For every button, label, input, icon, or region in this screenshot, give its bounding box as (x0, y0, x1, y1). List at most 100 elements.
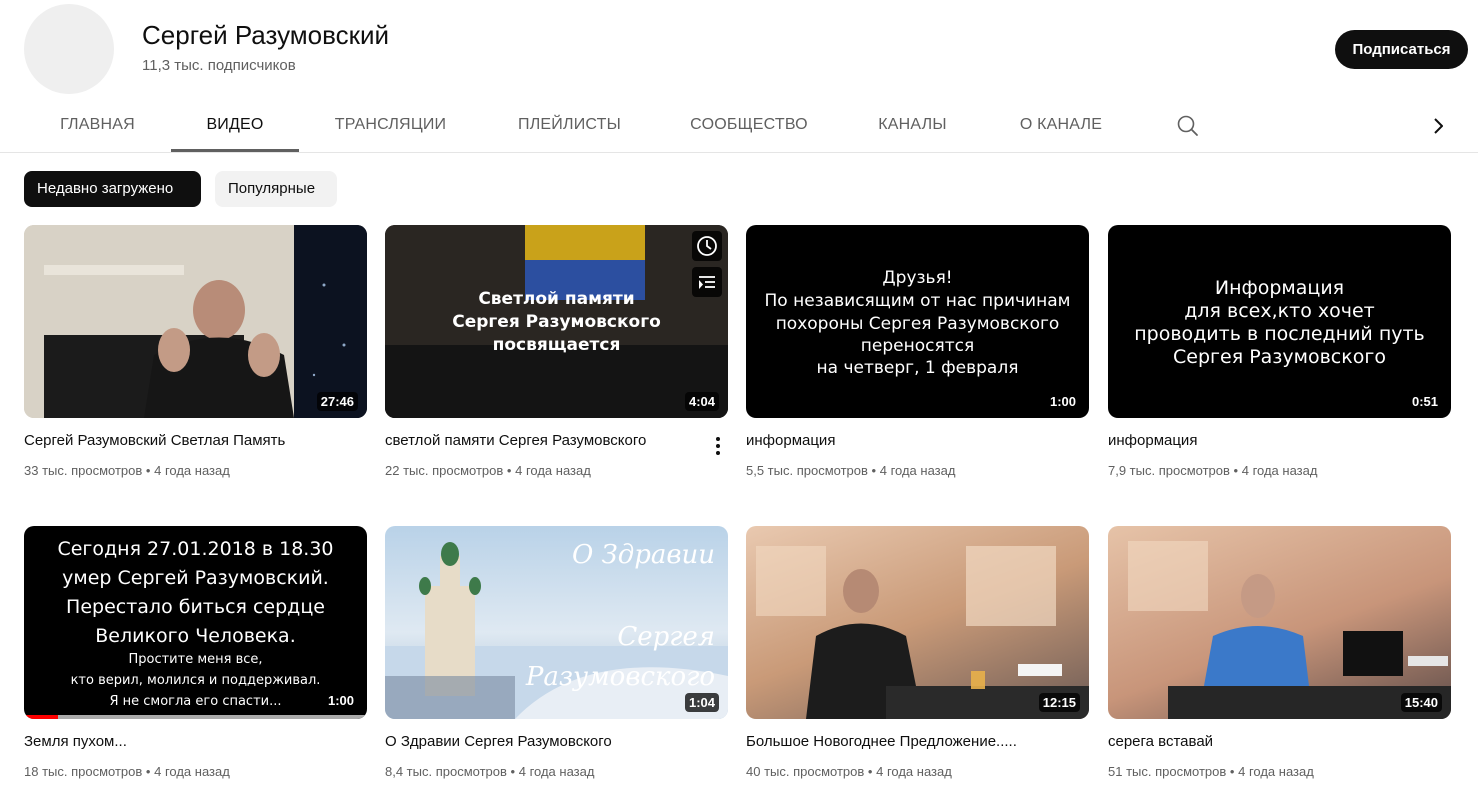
video-views: 18 тыс. просмотров (24, 764, 143, 779)
video-thumbnail[interactable]: Друзья! По независящим от нас причинам п… (746, 225, 1089, 418)
thumbnail-text: Сергея Разумовского (452, 312, 661, 332)
thumbnail-text: Великого Человека. (95, 625, 296, 647)
meta-separator: • (1233, 463, 1239, 478)
video-duration: 4:04 (684, 392, 719, 411)
video-views: 22 тыс. просмотров (385, 463, 504, 478)
thumbnail-text: кто верил, молился и поддерживал. (70, 673, 321, 688)
channel-tabs: ГЛАВНАЯ ВИДЕО ТРАНСЛЯЦИИ ПЛЕЙЛИСТЫ СООБЩ… (0, 100, 1478, 153)
video-views: 7,9 тыс. просмотров (1108, 463, 1230, 478)
thumbnail-text: Сергея Разумовского (1173, 346, 1386, 368)
video-title[interactable]: информация (746, 432, 1056, 449)
video-duration: 1:00 (323, 691, 358, 710)
meta-separator: • (506, 463, 512, 478)
video-thumbnail[interactable]: Светлой памяти Сергея Разумовского посвя… (385, 225, 728, 418)
video-thumbnail[interactable]: 12:15 (746, 526, 1089, 719)
thumbnail-text: Информация (1214, 277, 1345, 299)
tab-videos[interactable]: ВИДЕО (171, 100, 299, 152)
video-duration: 27:46 (316, 392, 358, 411)
channel-name: Сергей Разумовский (142, 20, 390, 50)
thumbnail-text: на четверг, 1 февраля (816, 358, 1019, 378)
thumbnail-text: Я не смогла его спасти... (109, 694, 282, 709)
video-age: 4 года назад (154, 764, 230, 779)
video-title[interactable]: Большое Новогоднее Предложение..... (746, 733, 1056, 750)
video-meta: 40 тыс. просмотров • 4 года назад (746, 764, 952, 779)
video-age: 4 года назад (879, 463, 956, 478)
video-duration: 1:00 (1045, 392, 1080, 411)
video-thumbnail[interactable]: О Здравии Сергея Разумовского 1:04 (385, 526, 728, 719)
subscriber-count: 11,3 тыс. подписчиков (142, 57, 296, 74)
video-title[interactable]: серега вставай (1108, 733, 1418, 750)
thumbnail-text: Простите меня все, (128, 652, 263, 667)
thumbnail-text: проводить в последний путь (1134, 323, 1425, 345)
video-age: 4 года назад (1241, 463, 1318, 478)
thumbnail-text: Друзья! (882, 268, 953, 288)
thumbnail-text: умер Сергей Разумовский. (62, 567, 329, 589)
filter-popular-chip[interactable]: Популярные (215, 171, 337, 207)
more-vert-icon[interactable] (710, 435, 726, 457)
tab-community[interactable]: СООБЩЕСТВО (657, 100, 841, 152)
video-age: 4 года назад (154, 463, 230, 478)
meta-separator: • (510, 764, 516, 779)
queue-icon[interactable] (692, 267, 722, 297)
thumbnail-text: Сергея (617, 622, 715, 652)
meta-separator: • (867, 764, 873, 779)
channel-avatar[interactable] (24, 4, 114, 94)
meta-separator: • (871, 463, 877, 478)
thumbnail-text: По независящим от нас причинам (764, 291, 1071, 311)
thumbnail-text: О Здравии (571, 540, 715, 570)
video-meta: 22 тыс. просмотров • 4 года назад (385, 463, 591, 478)
thumbnail-text: Сегодня 27.01.2018 в 18.30 (57, 538, 334, 560)
video-meta: 8,4 тыс. просмотров • 4 года назад (385, 764, 594, 779)
meta-separator: • (1229, 764, 1235, 779)
filter-recent-chip[interactable]: Недавно загружено (24, 171, 201, 207)
video-views: 40 тыс. просмотров (746, 764, 865, 779)
video-meta: 7,9 тыс. просмотров • 4 года назад (1108, 463, 1317, 478)
video-title[interactable]: Сергей Разумовский Светлая Память (24, 432, 334, 449)
search-icon[interactable] (1175, 113, 1201, 139)
video-title[interactable]: О Здравии Сергея Разумовского (385, 733, 695, 750)
video-views: 5,5 тыс. просмотров (746, 463, 868, 478)
subscribe-button[interactable]: Подписаться (1335, 30, 1468, 69)
thumbnail-text: переносятся (860, 336, 975, 356)
thumbnail-text: для всех,кто хочет (1184, 300, 1375, 322)
tab-channels[interactable]: КАНАЛЫ (841, 100, 984, 152)
watch-progress-bar (24, 715, 367, 719)
video-thumbnail[interactable]: Сегодня 27.01.2018 в 18.30 умер Сергей Р… (24, 526, 367, 719)
channel-header: Сергей Разумовский 11,3 тыс. подписчиков… (0, 0, 1478, 100)
tab-home[interactable]: ГЛАВНАЯ (24, 100, 171, 152)
video-meta: 51 тыс. просмотров • 4 года назад (1108, 764, 1314, 779)
video-title[interactable]: Земля пухом... (24, 733, 334, 750)
thumbnail-text: Светлой памяти (478, 289, 635, 309)
tab-about[interactable]: О КАНАЛЕ (984, 100, 1138, 152)
thumbnail-text: посвящается (492, 335, 621, 355)
video-views: 33 тыс. просмотров (24, 463, 143, 478)
video-thumbnail[interactable]: 27:46 (24, 225, 367, 418)
tab-playlists[interactable]: ПЛЕЙЛИСТЫ (482, 100, 657, 152)
video-meta: 33 тыс. просмотров • 4 года назад (24, 463, 230, 478)
tab-live[interactable]: ТРАНСЛЯЦИИ (299, 100, 482, 152)
thumbnail-text: Разумовского (525, 662, 715, 692)
video-thumbnail[interactable]: Информация для всех,кто хочет проводить … (1108, 225, 1451, 418)
video-duration: 12:15 (1038, 693, 1080, 712)
watch-progress-fill (24, 715, 59, 719)
meta-separator: • (145, 463, 151, 478)
video-views: 51 тыс. просмотров (1108, 764, 1227, 779)
video-meta: 5,5 тыс. просмотров • 4 года назад (746, 463, 955, 478)
video-views: 8,4 тыс. просмотров (385, 764, 507, 779)
thumbnail-text: Перестало биться сердце (66, 596, 325, 618)
meta-separator: • (145, 764, 151, 779)
video-title[interactable]: светлой памяти Сергея Разумовского (385, 432, 695, 449)
video-duration: 15:40 (1400, 693, 1442, 712)
thumbnail-text: похороны Сергея Разумовского (775, 314, 1060, 334)
video-thumbnail[interactable]: 15:40 (1108, 526, 1451, 719)
video-age: 4 года назад (1238, 764, 1314, 779)
video-age: 4 года назад (518, 764, 595, 779)
video-title[interactable]: информация (1108, 432, 1418, 449)
video-duration: 0:51 (1407, 392, 1442, 411)
video-age: 4 года назад (876, 764, 952, 779)
video-duration: 1:04 (684, 693, 719, 712)
clock-icon[interactable] (692, 231, 722, 261)
video-age: 4 года назад (515, 463, 591, 478)
video-meta: 18 тыс. просмотров • 4 года назад (24, 764, 230, 779)
chevron-right-icon[interactable] (1426, 113, 1450, 139)
